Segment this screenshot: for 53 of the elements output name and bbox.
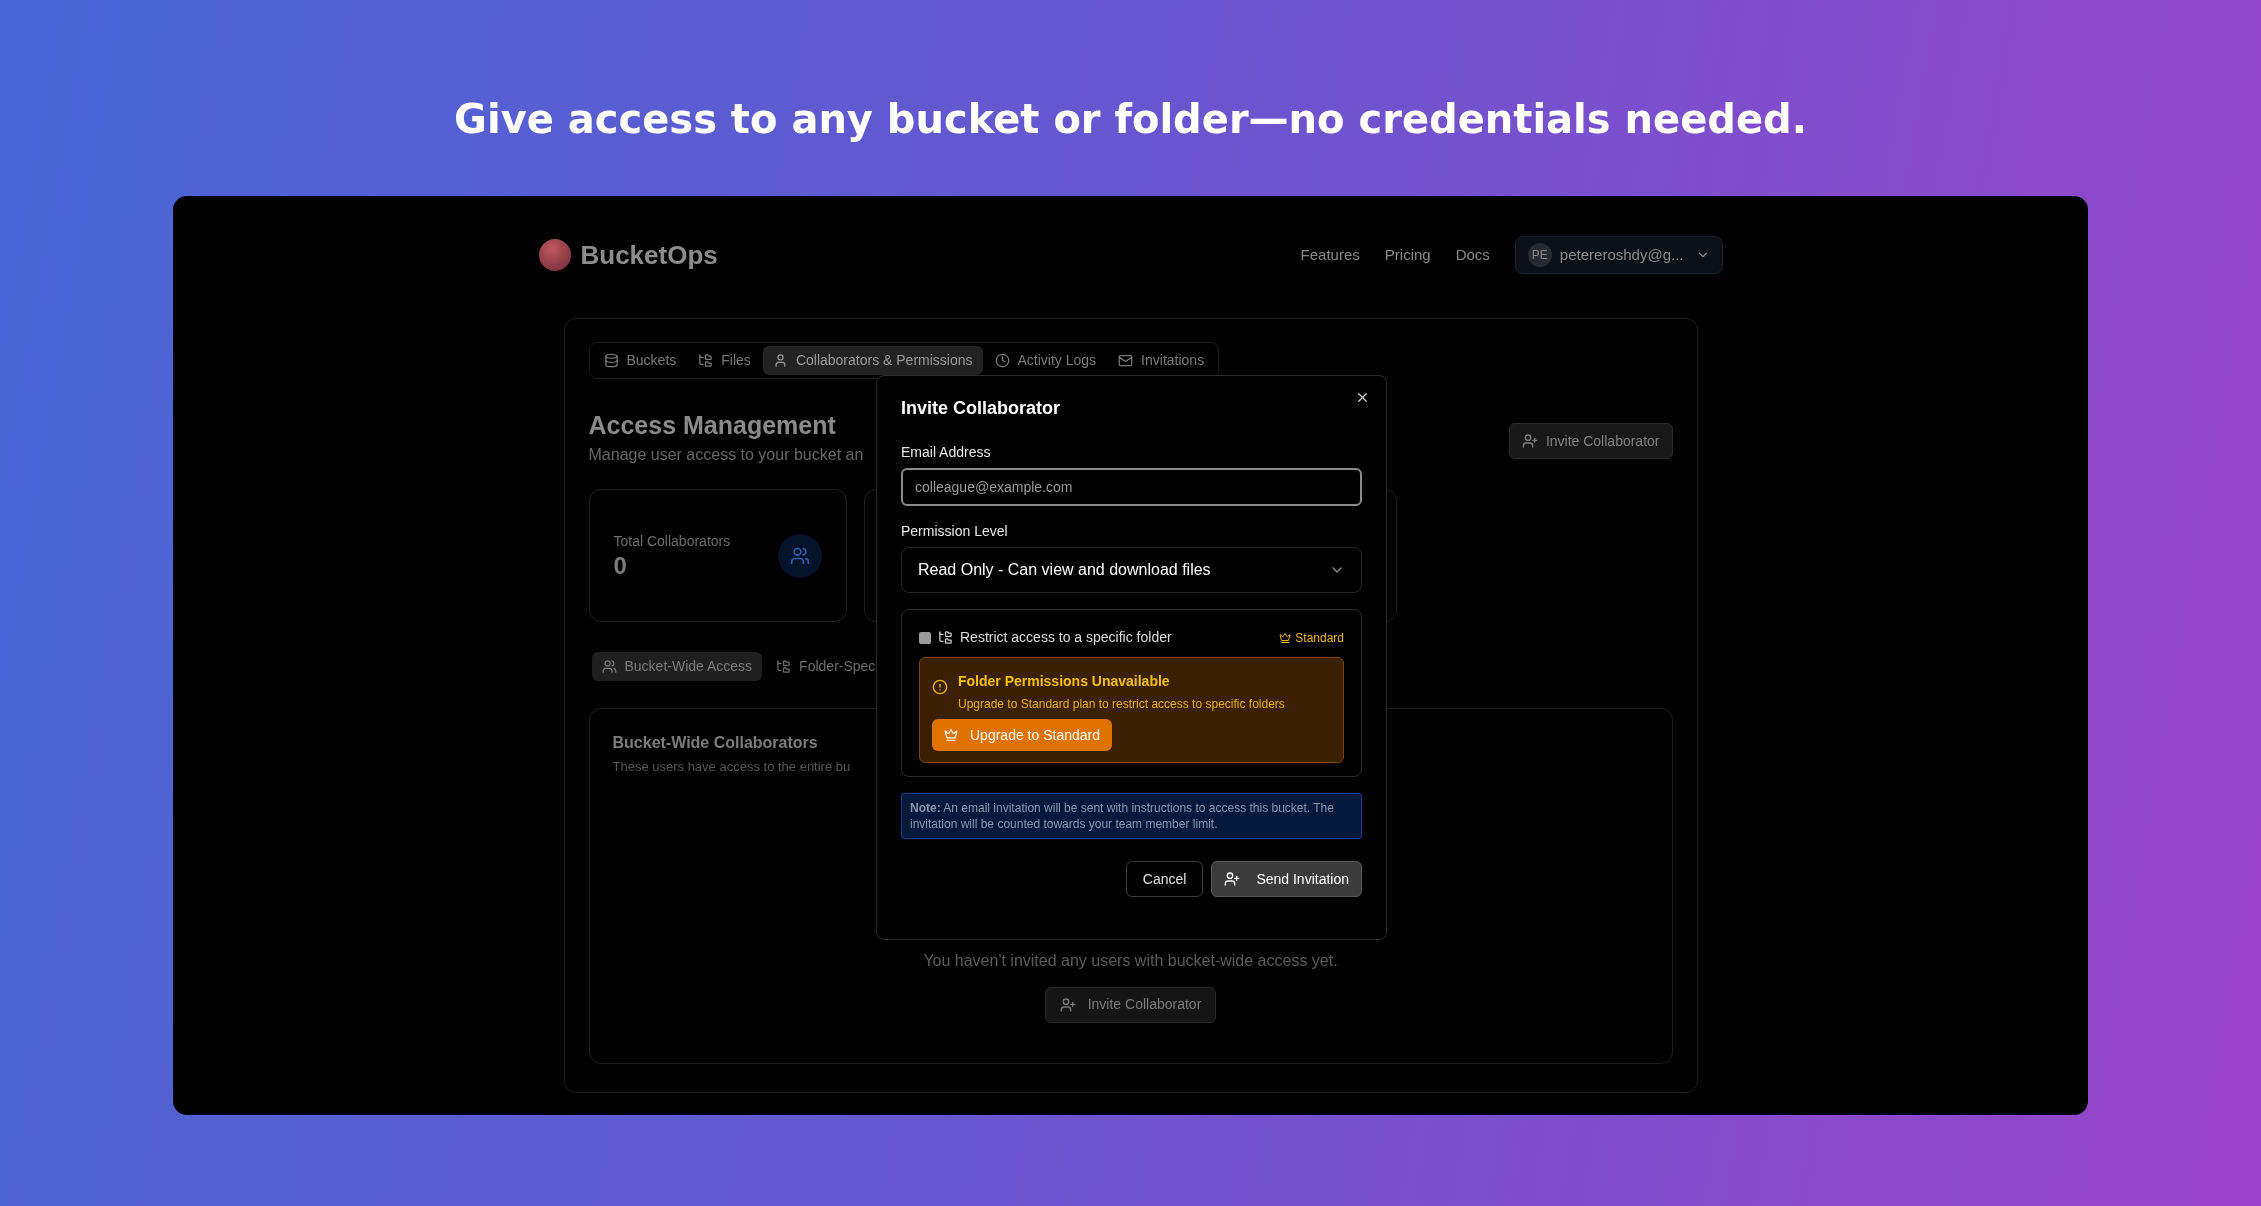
access-tab[interactable]: Bucket-Wide Access xyxy=(591,652,763,681)
invite-button[interactable]: Invite Collaborator xyxy=(1044,986,1217,1023)
access-tab[interactable]: Folder-Spec xyxy=(766,652,886,681)
dialog-title: Invite Collaborator xyxy=(901,397,1062,420)
nav-link[interactable]: Features xyxy=(1300,243,1360,267)
nav-link[interactable]: Docs xyxy=(1455,243,1490,267)
field-label: Permission Level xyxy=(901,522,1009,541)
user-plus-icon xyxy=(1224,871,1241,887)
section-title: Bucket-Wide Collaborators xyxy=(612,733,818,753)
logo-icon xyxy=(538,239,571,271)
user-icon xyxy=(772,353,788,368)
users-icon xyxy=(601,659,617,674)
tab[interactable]: Buckets xyxy=(593,346,687,375)
send-invitation-button[interactable]: Send Invitation xyxy=(1211,861,1362,897)
mail-icon xyxy=(1118,353,1134,368)
tab[interactable]: Files xyxy=(688,346,761,375)
brand-name: BucketOps xyxy=(580,238,718,272)
empty-message: You haven't invited any users with bucket-wide access yet. xyxy=(923,950,1338,971)
section-subtitle: These users have access to the entire bu xyxy=(612,758,851,776)
permission-select[interactable]: Read Only - Can view and download files xyxy=(901,547,1362,593)
page-subtitle: Manage user access to your bucket an xyxy=(588,445,864,465)
headline: Give access to any bucket or folder—no credentials needed. xyxy=(454,95,1807,144)
user-menu[interactable]: PE petereroshdy@g... xyxy=(1514,236,1723,274)
tab[interactable]: Collaborators & Permissions xyxy=(762,346,983,375)
field-label: Email Address xyxy=(901,443,992,462)
close-icon[interactable] xyxy=(1355,390,1370,405)
tab[interactable]: Activity Logs xyxy=(984,346,1107,375)
upgrade-button[interactable]: Upgrade to Standard xyxy=(932,719,1112,751)
tab[interactable]: Invitations xyxy=(1108,346,1215,375)
warning-title: Folder Permissions Unavailable xyxy=(958,672,1171,691)
user-email: petereroshdy@g... xyxy=(1559,244,1684,265)
crown-icon xyxy=(944,728,958,742)
user-plus-icon xyxy=(1059,996,1076,1013)
warning-text: Upgrade to Standard plan to restrict access to specific folders xyxy=(958,696,1285,713)
stat-value: 0 xyxy=(613,552,628,580)
checkbox-label: Restrict access to a specific folder xyxy=(960,628,1172,647)
alert-icon xyxy=(932,679,948,695)
folder-tree-icon xyxy=(698,353,714,368)
checkbox[interactable] xyxy=(919,631,931,644)
clock-icon xyxy=(994,353,1010,368)
avatar: PE xyxy=(1527,243,1552,267)
folder-tree-icon xyxy=(776,659,792,674)
page-title: Access Management xyxy=(588,410,837,441)
stat-label: Total Collaborators xyxy=(613,532,731,551)
note-text: Note: An email invitation will be sent with instructions to access this bucket. The invitation will be counted towards your team member limit. xyxy=(901,793,1362,839)
cancel-button[interactable]: Cancel xyxy=(1125,861,1204,897)
invite-button[interactable]: Invite Collaborator xyxy=(1508,423,1673,459)
database-icon xyxy=(603,353,619,368)
plan-badge: Standard xyxy=(1279,628,1344,647)
email-field[interactable]: colleague@example.com xyxy=(901,468,1362,506)
user-plus-icon xyxy=(1521,433,1538,449)
nav-link[interactable]: Pricing xyxy=(1384,243,1431,267)
folder-tree-icon xyxy=(938,630,953,645)
